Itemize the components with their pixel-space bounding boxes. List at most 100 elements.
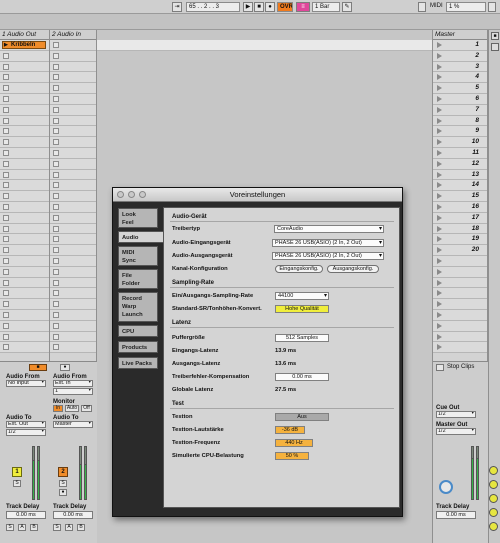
clip-slot[interactable] bbox=[50, 277, 96, 289]
clip-slot[interactable] bbox=[0, 245, 49, 256]
dialog-title-bar[interactable]: Voreinstellungen bbox=[113, 188, 402, 202]
clip-slot[interactable] bbox=[50, 115, 96, 127]
scene-slot[interactable] bbox=[433, 342, 487, 354]
track-2-input-channel[interactable]: 1 bbox=[53, 388, 93, 395]
clip-slot[interactable] bbox=[50, 158, 96, 170]
io-toggle-icon[interactable] bbox=[489, 480, 498, 489]
buffer-size-field[interactable]: 512 Samples bbox=[275, 334, 329, 342]
clip-stop-icon[interactable] bbox=[53, 322, 59, 329]
scene-launch-icon[interactable] bbox=[437, 96, 442, 102]
scene-slot[interactable]: 19 bbox=[433, 234, 487, 246]
mixer-toggle-icon[interactable] bbox=[489, 466, 498, 475]
clip-slot[interactable] bbox=[50, 266, 96, 278]
clip[interactable]: Kribbeln bbox=[2, 41, 46, 49]
song-position[interactable]: 65 . . 2 . . 3 bbox=[186, 2, 240, 12]
clip-stop-icon[interactable] bbox=[3, 139, 9, 146]
clip-slot[interactable] bbox=[0, 115, 49, 127]
scene-slot[interactable]: 20 bbox=[433, 245, 487, 256]
record-icon[interactable]: ● bbox=[265, 2, 275, 12]
clip-stop-icon[interactable] bbox=[3, 344, 9, 351]
scene-launch-icon[interactable] bbox=[437, 279, 442, 286]
cpu-load-field[interactable]: 50 % bbox=[275, 452, 309, 460]
clip-stop-icon[interactable] bbox=[3, 193, 9, 200]
clip-slot[interactable] bbox=[0, 310, 49, 321]
clip-stop-icon[interactable] bbox=[3, 258, 9, 264]
clip-stop-icon[interactable] bbox=[53, 128, 59, 135]
track-2-send-s[interactable]: S bbox=[53, 524, 61, 531]
track-1-output-type[interactable]: Ext. Out bbox=[6, 421, 46, 428]
clip-slot[interactable] bbox=[0, 342, 49, 354]
clip-stop-icon[interactable] bbox=[3, 182, 9, 189]
clip-slot[interactable] bbox=[50, 40, 96, 51]
test-tone-toggle[interactable]: Aus bbox=[275, 413, 329, 421]
scene-launch-icon[interactable] bbox=[437, 42, 442, 48]
clip-stop-icon[interactable] bbox=[53, 63, 59, 70]
master-delay-field[interactable]: 0.00 ms bbox=[436, 511, 476, 519]
scene-launch-icon[interactable] bbox=[437, 63, 442, 70]
master-out-select[interactable]: 1/2 bbox=[436, 428, 476, 435]
test-freq-field[interactable]: 440 Hz bbox=[275, 439, 313, 447]
clip-slot[interactable] bbox=[0, 94, 49, 105]
track-1-send-b[interactable]: B bbox=[30, 524, 38, 531]
clip-slot[interactable] bbox=[0, 148, 49, 159]
clip-stop-icon[interactable] bbox=[3, 52, 9, 59]
clip-stop-icon[interactable] bbox=[3, 74, 9, 81]
track-2-send-a[interactable]: A bbox=[65, 524, 73, 531]
scene-launch-icon[interactable] bbox=[437, 139, 442, 146]
scene-slot[interactable]: 4 bbox=[433, 72, 487, 84]
clip-slot[interactable] bbox=[50, 72, 96, 84]
scene-slot[interactable]: 1 bbox=[433, 40, 487, 51]
scene-launch-icon[interactable] bbox=[437, 150, 442, 156]
scene-launch-icon[interactable] bbox=[437, 225, 442, 232]
clip-slot[interactable] bbox=[0, 137, 49, 148]
clip-slot[interactable] bbox=[50, 212, 96, 224]
clip-stop-icon[interactable] bbox=[3, 214, 9, 221]
scene-slot[interactable]: 9 bbox=[433, 126, 487, 138]
clip-slot[interactable] bbox=[0, 202, 49, 213]
clip-slot[interactable] bbox=[0, 180, 49, 192]
clip-stop-icon[interactable] bbox=[3, 85, 9, 92]
scene-launch-icon[interactable] bbox=[437, 247, 442, 254]
scene-slot[interactable]: 6 bbox=[433, 94, 487, 105]
clip-stop-icon[interactable] bbox=[3, 171, 9, 178]
tab-record-warp-launch[interactable]: Record Warp Launch bbox=[118, 292, 158, 322]
track-1-header[interactable]: 1 Audio Out bbox=[0, 30, 49, 40]
clip-stop-icon[interactable] bbox=[53, 247, 59, 254]
scene-slot[interactable]: 8 bbox=[433, 115, 487, 127]
clip-stop-icon[interactable] bbox=[53, 96, 59, 102]
scene-slot[interactable]: 14 bbox=[433, 180, 487, 192]
midi-map-label[interactable]: MIDI bbox=[428, 2, 444, 12]
clip-slot[interactable] bbox=[50, 191, 96, 202]
clip-slot[interactable] bbox=[0, 320, 49, 332]
clip-stop-icon[interactable] bbox=[3, 236, 9, 243]
clip-stop-icon[interactable] bbox=[53, 150, 59, 156]
crossfader-toggle-icon[interactable] bbox=[489, 522, 498, 531]
clip-slot[interactable] bbox=[50, 83, 96, 94]
clip-stop-icon[interactable] bbox=[53, 42, 59, 48]
scene-launch-icon[interactable] bbox=[437, 85, 442, 92]
clip-stop-icon[interactable] bbox=[53, 258, 59, 264]
clip-stop-icon[interactable] bbox=[53, 160, 59, 167]
output-device-select[interactable]: PHASE 26 USB(ASIO) (2 In, 2 Out) bbox=[272, 252, 384, 260]
clip-stop-icon[interactable] bbox=[53, 85, 59, 92]
scene-slot[interactable]: 12 bbox=[433, 158, 487, 170]
tab-products[interactable]: Products bbox=[118, 341, 158, 353]
scene-slot[interactable]: 18 bbox=[433, 223, 487, 235]
clip-slot[interactable] bbox=[50, 202, 96, 213]
clip-stop-icon[interactable] bbox=[53, 268, 59, 275]
track-1-delay-field[interactable]: 0.00 ms bbox=[6, 511, 46, 519]
clip-stop-icon[interactable] bbox=[53, 74, 59, 81]
clip-slot[interactable] bbox=[50, 126, 96, 138]
clip-slot[interactable] bbox=[0, 83, 49, 94]
scene-launch-icon[interactable] bbox=[437, 344, 442, 351]
quantize-icon[interactable]: ≡ bbox=[296, 2, 310, 12]
scene-slot[interactable] bbox=[433, 331, 487, 343]
scene-slot[interactable]: 16 bbox=[433, 202, 487, 213]
scene-slot[interactable]: 15 bbox=[433, 191, 487, 202]
scene-launch-icon[interactable] bbox=[437, 268, 442, 275]
scene-slot[interactable] bbox=[433, 256, 487, 267]
scene-slot[interactable] bbox=[433, 299, 487, 310]
clip-stop-icon[interactable] bbox=[3, 204, 9, 210]
scene-launch-icon[interactable] bbox=[437, 333, 442, 340]
track-1-output-channel[interactable]: 1/2 bbox=[6, 429, 46, 436]
